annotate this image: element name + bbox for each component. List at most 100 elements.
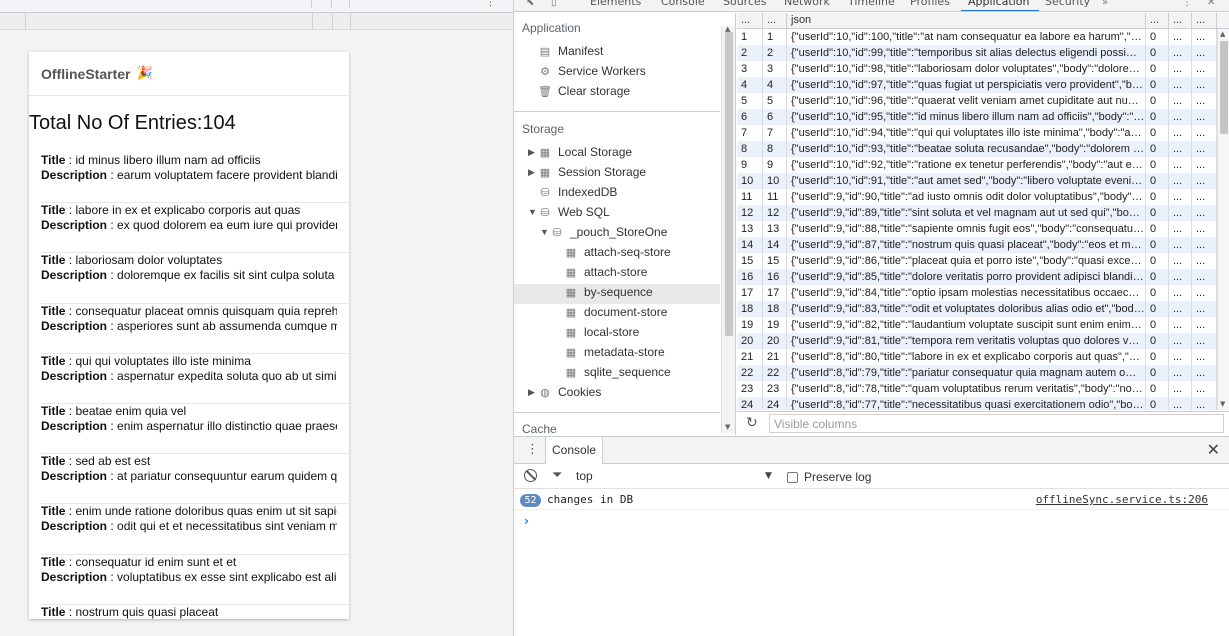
scroll-up-icon[interactable]: ▲ [1220,30,1225,38]
table-row[interactable]: 17 17 {"userId":9,"id":84,"title":"optio i… [737,285,1217,301]
scroll-down-icon[interactable]: ▼ [1220,400,1225,408]
tab-elements[interactable]: Elements [590,0,641,8]
sidebar-label: Local Storage [558,145,633,159]
more-tabs-icon[interactable]: » [1102,0,1108,8]
device-toggle-icon[interactable]: ▯ [551,0,557,8]
table-row[interactable]: 3 3 {"userId":10,"id":98,"title":"laborios… [737,61,1217,77]
table-row[interactable]: 8 8 {"userId":10,"id":93,"title":"beatae s… [737,141,1217,157]
tab-timeline[interactable]: Timeline [848,0,895,8]
tab-console[interactable]: Console [661,0,705,8]
sidebar-item-table-local-store[interactable]: ▦ local-store [564,322,640,342]
table-row[interactable]: 6 6 {"userId":10,"id":95,"title":"id minus… [737,109,1217,125]
table-row[interactable]: 19 19 {"userId":9,"id":82,"title":"laudant… [737,317,1217,333]
table-row[interactable]: 11 11 {"userId":9,"id":90,"title":"ad iust… [737,189,1217,205]
table-row[interactable]: 22 22 {"userId":8,"id":79,"title":"pariatu… [737,365,1217,381]
table-row[interactable]: 21 21 {"userId":8,"id":80,"title":"labore … [737,349,1217,365]
expand-arrow-icon[interactable]: ▶ [528,382,535,402]
close-drawer-icon[interactable]: ✕ [1207,440,1220,459]
description-label: Description [41,569,108,584]
sidebar-item-table-by-sequence[interactable]: ▦ by-sequence [564,282,653,302]
sidebar-item-web-sql[interactable]: ▼ ⛁ Web SQL [528,202,610,222]
scrollbar-thumb[interactable] [1220,41,1228,134]
table-cell: 24 [763,397,787,410]
column-header-json[interactable]: json [787,13,1146,29]
collapse-arrow-icon[interactable]: ▼ [540,222,549,242]
table-row[interactable]: 4 4 {"userId":10,"id":97,"title":"quas fug… [737,77,1217,93]
sidebar-item-local-storage[interactable]: ▶ ▦ Local Storage [528,142,633,162]
table-row[interactable]: 1 1 {"userId":10,"id":100,"title":"at nam … [737,29,1217,45]
table-cell: ... [1192,253,1217,269]
tab-console-drawer[interactable]: Console [545,437,604,464]
column-header[interactable]: ... [1192,13,1217,29]
filter-icon[interactable]: ⏷ [552,468,562,483]
entry-title-line: Title : consequatur placeat omnis quisqu… [41,304,337,319]
sidebar-scrollbar[interactable]: ▲ ▼ [721,25,735,433]
column-header[interactable]: ... [1169,13,1192,29]
sidebar-item-cookies[interactable]: ▶ ◍ Cookies [528,382,601,402]
expand-arrow-icon[interactable]: ▶ [528,142,535,162]
sidebar-item-service-workers[interactable]: ⚙ Service Workers [538,61,646,81]
scrollbar-thumb[interactable] [725,32,733,336]
preserve-log-checkbox[interactable]: Preserve log [787,470,871,484]
more-options-icon[interactable]: ⋮ [486,0,495,8]
close-devtools-icon[interactable]: ✕ [1207,0,1215,8]
table-row[interactable]: 16 16 {"userId":9,"id":85,"title":"dolore … [737,269,1217,285]
column-header[interactable]: ... [763,13,787,29]
refresh-icon[interactable]: ↻ [746,415,758,431]
table-row[interactable]: 10 10 {"userId":10,"id":91,"title":"aut am… [737,173,1217,189]
table-cell: 0 [1146,61,1169,77]
json-cell: {"userId":9,"id":87,"title":"nostrum qui… [787,237,1146,253]
table-cell: 20 [763,333,787,349]
column-header[interactable]: ... [1146,13,1169,29]
sidebar-item-database[interactable]: ▼ ⛁ _pouch_StoreOne [540,222,667,242]
entry-title: consequatur id enim sunt et et [75,554,237,569]
devtools-menu-icon[interactable]: ⋮ [1182,0,1192,8]
sidebar-item-table-attach-seq-store[interactable]: ▦ attach-seq-store [564,242,671,262]
table-row[interactable]: 2 2 {"userId":10,"id":99,"title":"temporib… [737,45,1217,61]
sidebar-item-table-metadata-store[interactable]: ▦ metadata-store [564,342,665,362]
tab-sources[interactable]: Sources [723,0,767,8]
tab-network[interactable]: Network [784,0,830,8]
sidebar-item-manifest[interactable]: ▤ Manifest [538,41,604,61]
context-select[interactable]: top [576,469,593,483]
dropdown-arrow-icon[interactable]: ▼ [765,471,772,481]
drawer-menu-icon[interactable]: ⋮ [526,442,539,457]
table-row[interactable]: 12 12 {"userId":9,"id":89,"title":"sint so… [737,205,1217,221]
table-cell: 0 [1146,205,1169,221]
entry-description: odit qui et et necessitatibus sint venia… [117,519,337,534]
table-cell: ... [1169,269,1192,285]
sidebar-item-session-storage[interactable]: ▶ ▦ Session Storage [528,162,646,182]
inspect-element-icon[interactable]: ⬉ [526,0,534,8]
scroll-down-icon[interactable]: ▼ [725,423,730,431]
table-row[interactable]: 20 20 {"userId":9,"id":81,"title":"tempora… [737,333,1217,349]
table-row[interactable]: 7 7 {"userId":10,"id":94,"title":"qui qui … [737,125,1217,141]
collapse-arrow-icon[interactable]: ▼ [528,202,537,222]
message-source-link[interactable]: offlineSync.service.ts:206 [1036,493,1208,506]
tab-security[interactable]: Security [1045,0,1090,8]
table-row[interactable]: 5 5 {"userId":10,"id":96,"title":"quaerat … [737,93,1217,109]
grid-scrollbar[interactable]: ▲ ▼ [1217,29,1229,410]
table-row[interactable]: 24 24 {"userId":8,"id":77,"title":"necessi… [737,397,1217,410]
expand-arrow-icon[interactable]: ▶ [528,162,535,182]
table-row[interactable]: 14 14 {"userId":9,"id":87,"title":"nostrum… [737,237,1217,253]
checkbox-box[interactable] [787,471,798,483]
table-row[interactable]: 23 23 {"userId":8,"id":78,"title":"quam vo… [737,381,1217,397]
entry-title: sed ab est est [75,454,151,469]
sidebar-item-table-document-store[interactable]: ▦ document-store [564,302,668,322]
console-prompt-icon[interactable]: › [524,514,529,528]
entry-title-line: Title : beatae enim quia vel [41,403,187,418]
table-row[interactable]: 18 18 {"userId":9,"id":83,"title":"odit et… [737,301,1217,317]
table-row[interactable]: 9 9 {"userId":10,"id":92,"title":"ratione … [737,157,1217,173]
visible-columns-input[interactable] [769,414,1224,433]
tab-application[interactable]: Application [968,0,1029,8]
clear-console-icon[interactable] [524,469,537,482]
sidebar-item-table-attach-store[interactable]: ▦ attach-store [564,262,648,282]
sidebar-item-clear-storage[interactable]: 🗑 Clear storage [538,81,630,101]
tab-profiles[interactable]: Profiles [910,0,950,8]
table-row[interactable]: 13 13 {"userId":9,"id":88,"title":"sapient… [737,221,1217,237]
sidebar-item-indexeddb[interactable]: ⛁ IndexedDB [538,182,617,202]
table-row[interactable]: 15 15 {"userId":9,"id":86,"title":"placeat… [737,253,1217,269]
column-header[interactable]: ... [737,13,763,29]
sidebar-item-table-sqlite-sequence[interactable]: ▦ sqlite_sequence [564,362,671,382]
table-cell: 0 [1146,381,1169,397]
